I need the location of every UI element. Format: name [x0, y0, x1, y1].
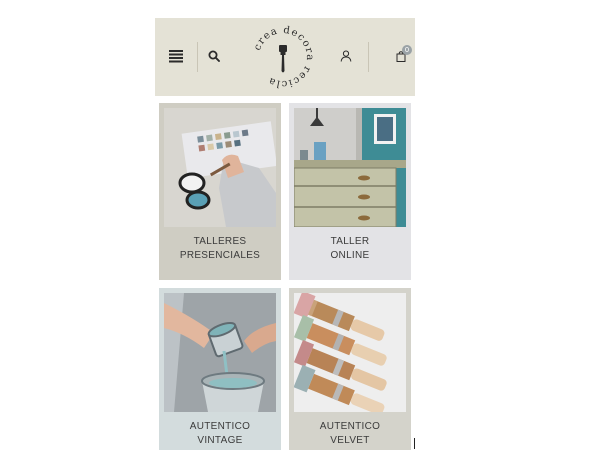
search-button[interactable]: [206, 47, 222, 65]
category-label-line: PRESENCIALES: [179, 250, 261, 261]
category-label-line: AUTENTICO: [189, 421, 251, 432]
category-label-line: TALLER: [330, 236, 370, 247]
category-image: [164, 293, 276, 412]
header-divider: [197, 42, 198, 72]
category-label: AUTENTICO VINTAGE: [159, 420, 281, 448]
category-label: AUTENTICO VELVET: [289, 420, 411, 448]
category-card-taller-online[interactable]: TALLER ONLINE: [289, 103, 411, 280]
category-label-line: TALLERES: [193, 236, 247, 247]
text-cursor: [414, 438, 415, 449]
header-divider: [368, 42, 369, 72]
menu-button[interactable]: [167, 46, 185, 66]
category-label-line: VINTAGE: [197, 435, 243, 446]
category-label-line: AUTENTICO: [319, 421, 381, 432]
category-image: [294, 293, 406, 412]
category-label-line: VELVET: [330, 435, 370, 446]
search-icon: [208, 50, 220, 62]
hamburger-menu-icon: [169, 50, 183, 63]
logo[interactable]: crea decora recicla: [245, 19, 321, 95]
logo-badge: crea decora recicla: [252, 25, 314, 89]
category-image: [294, 108, 406, 227]
site-header: crea decora recicla 0: [155, 18, 415, 96]
category-card-autentico-vintage[interactable]: AUTENTICO VINTAGE: [159, 288, 281, 450]
category-image: [164, 108, 276, 227]
paint-brush-icon: [279, 45, 287, 73]
category-label: TALLER ONLINE: [289, 235, 411, 263]
category-card-autentico-velvet[interactable]: AUTENTICO VELVET: [289, 288, 411, 450]
category-label: TALLERES PRESENCIALES: [159, 235, 281, 263]
page: crea decora recicla 0 TALLERES PRESENCIA…: [0, 0, 600, 450]
account-button[interactable]: [338, 47, 354, 65]
category-card-talleres-presenciales[interactable]: TALLERES PRESENCIALES: [159, 103, 281, 280]
category-label-line: ONLINE: [330, 250, 370, 261]
cart-count-badge: 0: [402, 45, 412, 55]
user-icon: [340, 50, 352, 62]
